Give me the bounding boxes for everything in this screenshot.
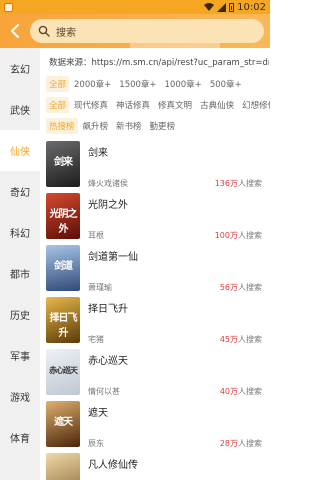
filter-sub-wenming[interactable]: 修真文明 <box>155 97 195 113</box>
data-source-text: 数据来源：https://m.sm.cn/api/rest?uc_param_s… <box>49 58 269 68</box>
book-cover: 光阴之外 <box>46 193 80 239</box>
back-button[interactable] <box>6 22 24 40</box>
main-content: 数据来源：https://m.sm.cn/api/rest?uc_param_s… <box>40 48 270 480</box>
book-title: 凡人修仙传 <box>88 460 138 471</box>
tab-new-books[interactable]: 新书榜 <box>113 118 145 134</box>
book-author: 萧瑾瑜 <box>88 283 112 292</box>
book-item[interactable]: 遮天 遮天 辰东 28万人搜索 <box>46 401 266 451</box>
book-title: 剑道第一仙 <box>88 252 138 263</box>
book-title: 光阴之外 <box>88 200 128 211</box>
book-author: 耳根 <box>88 231 104 240</box>
book-search-count: 56万人搜索 <box>219 283 262 292</box>
filter-sub-all[interactable]: 全部 <box>46 97 70 113</box>
search-placeholder: 搜索 <box>56 27 76 39</box>
status-bar: 10:02 <box>0 0 270 14</box>
book-title: 择日飞升 <box>88 304 128 315</box>
word-count-filter: 全部 2000章+ 1500章+ 1000章+ 500章+ <box>46 75 245 93</box>
tab-frequent-update[interactable]: 勤更榜 <box>147 118 179 134</box>
rank-filter: 热搜榜 飙升榜 新书榜 勤更榜 <box>46 117 178 135</box>
sidebar-item-qihuan[interactable]: 奇幻 <box>0 171 40 212</box>
sidebar-item-lishi[interactable]: 历史 <box>0 294 40 335</box>
battery-icon <box>229 2 235 12</box>
sidebar-item-dushi[interactable]: 都市 <box>0 253 40 294</box>
book-cover: 剑道 <box>46 245 80 291</box>
book-item[interactable]: 剑道 剑道第一仙 萧瑾瑜 56万人搜索 <box>46 245 266 295</box>
sidebar-item-wuxia[interactable]: 武侠 <box>0 89 40 130</box>
filter-words-2000[interactable]: 2000章+ <box>71 76 114 92</box>
filter-words-all[interactable]: 全部 <box>46 76 70 92</box>
filter-sub-xiandai[interactable]: 现代修真 <box>71 97 111 113</box>
book-item[interactable]: 择日飞升 择日飞升 宅猪 45万人搜索 <box>46 297 266 347</box>
wifi-icon <box>204 3 215 11</box>
search-input[interactable]: 搜索 <box>30 19 264 43</box>
book-search-count: 28万人搜索 <box>219 439 262 448</box>
book-title: 遮天 <box>88 408 108 419</box>
book-item[interactable]: 剑来 剑来 烽火戏诸侯 136万人搜索 <box>46 141 266 191</box>
filter-words-1500[interactable]: 1500章+ <box>116 76 159 92</box>
back-arrow-icon <box>11 24 19 38</box>
filter-sub-gudian[interactable]: 古典仙侠 <box>197 97 237 113</box>
book-item[interactable]: 凡人修仙传 <box>46 453 266 480</box>
book-cover: 剑来 <box>46 141 80 187</box>
sidebar-item-youxi[interactable]: 游戏 <box>0 376 40 417</box>
search-icon <box>38 25 50 37</box>
signal-icon <box>217 2 227 12</box>
book-search-count: 40万人搜索 <box>219 387 262 396</box>
tab-rising[interactable]: 飙升榜 <box>80 118 112 134</box>
book-title: 赤心巡天 <box>88 356 128 367</box>
book-cover: 择日飞升 <box>46 297 80 343</box>
filter-sub-shenhua[interactable]: 神话修真 <box>113 97 153 113</box>
filter-words-500[interactable]: 500章+ <box>207 76 245 92</box>
sidebar-item-xuanhuan[interactable]: 玄幻 <box>0 48 40 89</box>
sidebar-item-xianxia[interactable]: 仙侠 <box>0 130 40 171</box>
book-author: 情何以甚 <box>88 387 120 396</box>
sidebar-item-kehuan[interactable]: 科幻 <box>0 212 40 253</box>
book-author: 辰东 <box>88 439 104 448</box>
filter-sub-huanxiang[interactable]: 幻想修仙 <box>239 97 270 113</box>
book-author: 烽火戏诸侯 <box>88 179 128 188</box>
book-search-count: 100万人搜索 <box>214 231 262 240</box>
book-search-count: 136万人搜索 <box>214 179 262 188</box>
book-cover: 赤心巡天 <box>46 349 80 395</box>
sidebar-item-tiyu[interactable]: 体育 <box>0 417 40 458</box>
book-title: 剑来 <box>88 148 108 159</box>
category-sidebar: 玄幻 武侠 仙侠 奇幻 科幻 都市 历史 军事 游戏 体育 <box>0 48 40 480</box>
book-item[interactable]: 光阴之外 光阴之外 耳根 100万人搜索 <box>46 193 266 243</box>
book-author: 宅猪 <box>88 335 104 344</box>
header: 搜索 <box>0 14 270 48</box>
status-time: 10:02 <box>237 1 266 13</box>
filter-words-1000[interactable]: 1000章+ <box>162 76 205 92</box>
sidebar-item-junshi[interactable]: 军事 <box>0 335 40 376</box>
book-item[interactable]: 赤心巡天 赤心巡天 情何以甚 40万人搜索 <box>46 349 266 399</box>
tab-hot-search[interactable]: 热搜榜 <box>46 118 78 134</box>
book-cover: 遮天 <box>46 401 80 447</box>
book-cover <box>46 453 80 480</box>
app-notification-icon <box>4 2 13 12</box>
subcategory-filter: 全部 现代修真 神话修真 修真文明 古典仙侠 幻想修仙 <box>46 96 270 114</box>
book-search-count: 45万人搜索 <box>219 335 262 344</box>
